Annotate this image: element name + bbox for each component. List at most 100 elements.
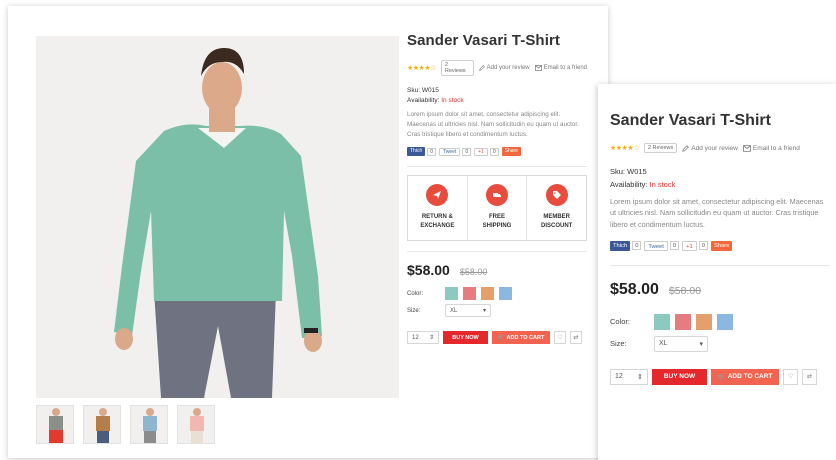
- availability-line: Availability: In stock: [407, 97, 587, 104]
- sku-label: Sku:: [407, 87, 421, 94]
- thumbnail-2[interactable]: [83, 405, 121, 444]
- social-buttons: Thich 0 Tweet 0 +1 0 Share: [407, 147, 587, 157]
- stepper-arrows-icon: ⇕: [428, 335, 434, 342]
- rating-row: ★★★★☆ 2 Reviews Add your review Email to…: [610, 143, 830, 153]
- reviews-count-link[interactable]: 2 Reviews: [643, 143, 678, 153]
- email-friend-link[interactable]: Email to a friend: [742, 144, 800, 152]
- facebook-like-button[interactable]: Thich 0: [610, 240, 642, 251]
- old-price: $58.00: [459, 267, 488, 278]
- color-swatch-orange[interactable]: [481, 287, 494, 301]
- feature-label: MEMBER DISCOUNT: [541, 213, 572, 231]
- tweet-label: Tweet: [439, 147, 461, 156]
- sku-label: Sku:: [610, 167, 626, 176]
- sku-line: Sku: W015: [407, 87, 587, 94]
- product-card-large: Sander Vasari T-Shirt ★★★★☆ 2 Reviews Ad…: [8, 6, 608, 458]
- sku-value: W015: [627, 167, 647, 176]
- tag-icon: [545, 184, 568, 207]
- chevron-down-icon: ▾: [482, 308, 486, 315]
- cart-icon: 🛒: [717, 373, 726, 381]
- tweet-button[interactable]: Tweet 0: [644, 240, 680, 251]
- share-label: Share: [710, 240, 733, 251]
- page-canvas: Sander Vasari T-Shirt ★★★★☆ 2 Reviews Ad…: [0, 0, 836, 460]
- quantity-stepper[interactable]: 12 ⇕: [407, 331, 439, 345]
- size-label: Size:: [610, 339, 627, 349]
- current-price: $58.00: [610, 280, 659, 298]
- wishlist-heart-icon[interactable]: ♡: [783, 368, 798, 385]
- facebook-like-count: 0: [632, 241, 642, 251]
- color-swatch-teal[interactable]: [445, 287, 458, 301]
- email-friend-label: Email to a friend: [543, 65, 587, 71]
- size-label: Size:: [407, 307, 421, 314]
- share-label: Share: [501, 147, 521, 157]
- google-plus-button[interactable]: +1 0: [474, 147, 499, 156]
- buy-now-button[interactable]: BUY NOW: [443, 331, 488, 345]
- compare-icon[interactable]: ⇄: [570, 331, 582, 345]
- thumbnail-3[interactable]: [130, 405, 168, 444]
- reviews-count-link[interactable]: 2 Reviews: [440, 60, 474, 76]
- color-swatch-blue[interactable]: [717, 313, 733, 330]
- feature-line-2: DISCOUNT: [541, 223, 573, 230]
- feature-return-exchange: RETURN & EXCHANGE: [408, 176, 468, 241]
- facebook-like-count: 0: [427, 147, 437, 156]
- color-swatch-red[interactable]: [675, 313, 691, 330]
- color-swatch-blue[interactable]: [499, 287, 512, 301]
- product-info-large: Sander Vasari T-Shirt ★★★★☆ 2 Reviews Ad…: [407, 32, 587, 345]
- feature-line-1: MEMBER: [543, 214, 570, 221]
- wishlist-heart-icon[interactable]: ♡: [554, 331, 566, 345]
- thumbnail-model-image: [84, 406, 120, 443]
- envelope-icon: [742, 144, 751, 152]
- facebook-like-label: Thich: [407, 147, 426, 157]
- add-to-cart-button[interactable]: 🛒 ADD TO CART: [711, 368, 779, 385]
- rating-stars-icon: ★★★★☆: [610, 145, 639, 152]
- product-main-image[interactable]: [36, 36, 399, 398]
- action-row: 12 ⇕ BUY NOW 🛒 ADD TO CART ♡ ⇄: [610, 368, 830, 385]
- compare-icon[interactable]: ⇄: [802, 368, 817, 385]
- thumbnail-1[interactable]: [36, 405, 74, 444]
- add-review-link[interactable]: Add your review: [682, 145, 738, 152]
- size-options: Size: XL ▾: [407, 304, 587, 318]
- tweet-count: 0: [462, 147, 472, 156]
- tweet-button[interactable]: Tweet 0: [439, 147, 472, 156]
- thumbnail-model-image: [37, 406, 73, 443]
- rating-row: ★★★★☆ 2 Reviews Add your review Email to…: [407, 60, 587, 76]
- add-to-cart-button[interactable]: 🛒 ADD TO CART: [492, 331, 550, 345]
- divider: [407, 166, 587, 168]
- product-info-small: Sander Vasari T-Shirt ★★★★☆ 2 Reviews Ad…: [610, 112, 830, 385]
- google-plus-button[interactable]: +1 0: [682, 240, 708, 251]
- email-friend-link[interactable]: Email to a friend: [534, 65, 587, 71]
- feature-line-2: SHIPPING: [482, 223, 512, 230]
- divider: [407, 251, 587, 253]
- feature-line-1: RETURN &: [421, 214, 453, 221]
- price-row: $58.00 $58.00: [610, 281, 830, 299]
- color-options: Color:: [407, 287, 587, 301]
- availability-label: Availability:: [610, 180, 648, 189]
- color-label: Color:: [407, 290, 424, 297]
- model-photo: [36, 36, 399, 398]
- buy-now-button[interactable]: BUY NOW: [652, 368, 707, 385]
- add-to-cart-label: ADD TO CART: [506, 334, 545, 341]
- google-plus-label: +1: [682, 240, 697, 251]
- share-button[interactable]: Share: [710, 240, 733, 251]
- email-friend-label: Email to a friend: [752, 144, 800, 152]
- truck-icon: [486, 184, 508, 207]
- pencil-icon: [478, 65, 485, 71]
- add-review-link[interactable]: Add your review: [478, 65, 530, 71]
- size-select[interactable]: XL ▾: [445, 304, 491, 318]
- thumbnail-4[interactable]: [177, 405, 215, 444]
- quantity-stepper[interactable]: 12 ⇕: [610, 368, 648, 385]
- plane-icon: [426, 184, 449, 207]
- social-buttons: Thich 0 Tweet 0 +1 0 Share: [610, 240, 830, 251]
- color-swatch-teal[interactable]: [654, 313, 670, 330]
- size-value: XL: [659, 340, 668, 348]
- color-swatch-orange[interactable]: [696, 313, 712, 330]
- availability-line: Availability: In stock: [610, 180, 830, 189]
- color-swatch-red[interactable]: [463, 287, 476, 301]
- product-title: Sander Vasari T-Shirt: [407, 32, 560, 49]
- sku-value: W015: [421, 87, 439, 94]
- share-button[interactable]: Share: [501, 147, 521, 157]
- size-select[interactable]: XL ▾: [654, 335, 708, 352]
- current-price: $58.00: [407, 262, 450, 279]
- add-to-cart-label: ADD TO CART: [727, 373, 773, 381]
- facebook-like-button[interactable]: Thich 0: [407, 147, 437, 157]
- thumbnail-strip: [36, 405, 215, 444]
